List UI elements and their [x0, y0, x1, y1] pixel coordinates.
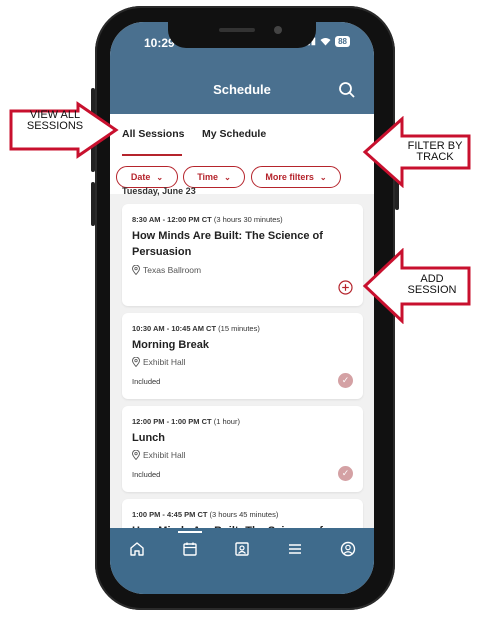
session-status: Included — [132, 470, 161, 479]
session-title: Morning Break — [132, 339, 210, 351]
session-title: Lunch — [132, 432, 165, 444]
session-location: Texas Ballroom — [132, 265, 201, 275]
date-filter-button[interactable]: Date ⌄ — [116, 166, 178, 188]
speaker-icon — [219, 28, 255, 32]
session-card[interactable]: 12:00 PM - 1:00 PM CT (1 hour) Lunch Exh… — [122, 406, 363, 492]
date-heading: Tuesday, June 23 — [122, 186, 196, 196]
session-title: How Minds Are Built: The Science of Pers… — [132, 230, 323, 258]
search-icon[interactable] — [338, 81, 356, 99]
check-icon[interactable]: ✓ — [338, 466, 353, 481]
more-filters-label: More filters — [265, 172, 314, 182]
session-location: Exhibit Hall — [132, 450, 186, 460]
more-filters-button[interactable]: More filters ⌄ — [251, 166, 341, 188]
location-pin-icon — [132, 357, 140, 367]
time-filter-button[interactable]: Time ⌄ — [183, 166, 245, 188]
session-card[interactable]: 10:30 AM - 10:45 AM CT (15 minutes) Morn… — [122, 313, 363, 399]
camera-icon — [274, 26, 282, 34]
add-session-icon[interactable] — [338, 280, 353, 295]
menu-icon[interactable] — [286, 540, 304, 558]
tab-all-sessions[interactable]: All Sessions — [122, 128, 184, 140]
session-location: Exhibit Hall — [132, 357, 186, 367]
add-session-label: ADD SESSION — [407, 273, 457, 296]
page-title: Schedule — [213, 82, 271, 97]
bottom-nav — [110, 528, 374, 594]
app-header: Schedule — [110, 68, 374, 114]
time-filter-label: Time — [197, 172, 219, 182]
phone-screen: 10:29 ▮▮▮ 88 Schedule All Sessions My Sc… — [110, 22, 374, 594]
location-pin-icon — [132, 265, 140, 275]
chevron-down-icon: ⌄ — [156, 172, 164, 182]
home-icon[interactable] — [128, 540, 146, 558]
active-nav-indicator — [178, 531, 202, 533]
session-time: 1:00 PM - 4:45 PM CT (3 hours 45 minutes… — [132, 510, 279, 519]
session-time: 12:00 PM - 1:00 PM CT (1 hour) — [132, 417, 240, 426]
contacts-icon[interactable] — [233, 540, 251, 558]
tab-my-schedule[interactable]: My Schedule — [202, 128, 266, 140]
battery-icon: 88 — [335, 36, 350, 47]
active-tab-indicator — [122, 154, 182, 156]
chevron-down-icon: ⌄ — [319, 172, 327, 182]
chevron-down-icon: ⌄ — [224, 172, 231, 182]
view-all-sessions-label: VIEW ALL SESSIONS — [26, 109, 84, 132]
session-status: Included — [132, 377, 161, 386]
filter-by-track-label: FILTER BY TRACK — [407, 140, 463, 163]
phone-notch — [168, 22, 316, 48]
calendar-icon[interactable] — [181, 540, 199, 558]
location-pin-icon — [132, 450, 140, 460]
wifi-icon — [320, 38, 331, 46]
check-icon[interactable]: ✓ — [338, 373, 353, 388]
date-filter-label: Date — [130, 172, 151, 182]
session-card[interactable]: 8:30 AM - 12:00 PM CT (3 hours 30 minute… — [122, 204, 363, 306]
phone-side-button — [91, 182, 95, 226]
profile-icon[interactable] — [339, 540, 357, 558]
tab-bar: All Sessions My Schedule — [110, 114, 374, 159]
session-time: 10:30 AM - 10:45 AM CT (15 minutes) — [132, 324, 260, 333]
session-time: 8:30 AM - 12:00 PM CT (3 hours 30 minute… — [132, 215, 283, 224]
